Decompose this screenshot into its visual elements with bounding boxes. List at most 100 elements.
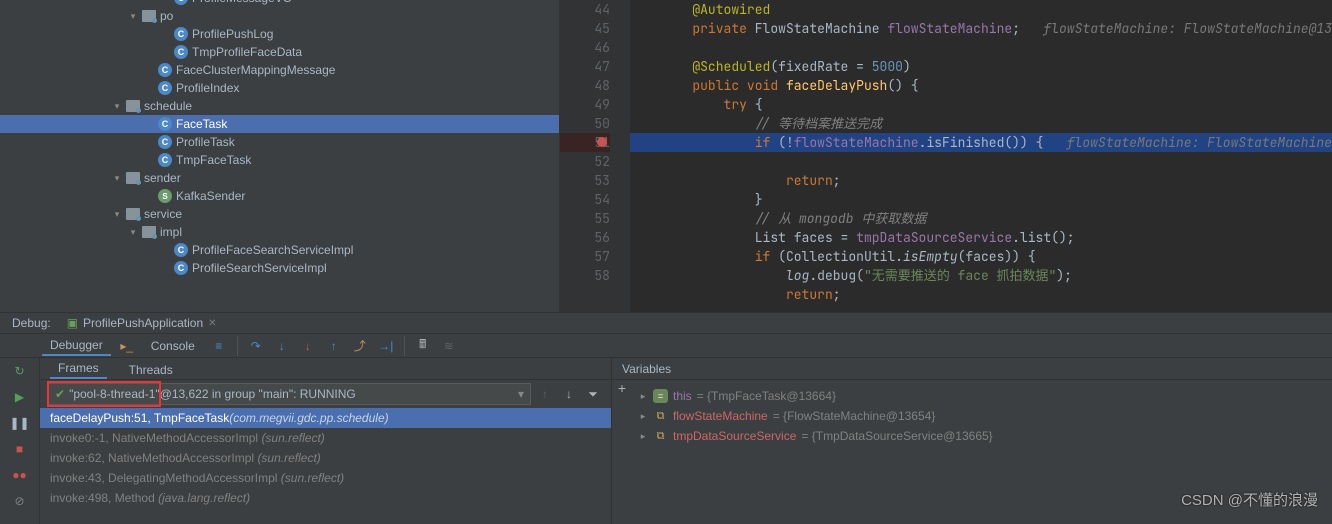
step-over-icon[interactable]: ↷ <box>246 336 266 356</box>
class-icon: C <box>158 81 172 95</box>
tree-item-label: TmpFaceTask <box>176 153 251 167</box>
variables-panel: Variables + ▸=this = {TmpFaceTask@13664}… <box>612 358 1332 524</box>
prev-frame-icon[interactable]: ↑ <box>535 384 555 404</box>
close-icon[interactable]: ✕ <box>208 318 216 329</box>
next-frame-icon[interactable]: ↓ <box>559 384 579 404</box>
tree-item-label: ProfileSearchServiceImpl <box>192 261 327 275</box>
console-icon[interactable]: ▸_ <box>117 336 137 356</box>
stop-icon[interactable]: ■ <box>11 440 29 458</box>
chevron-right-icon: ▸ <box>638 391 648 402</box>
class-icon: C <box>158 135 172 149</box>
tree-item[interactable]: CProfileTask <box>0 133 559 151</box>
link-icon: ⧉ <box>653 429 668 443</box>
app-icon: ▣ <box>67 316 78 330</box>
debug-toolbar: Debugger ▸_ Console ≡ ↷ ↓ ↓ ↑ ⤴ →| 🖩 ≋ <box>0 334 1332 358</box>
view-breakpoints-icon[interactable]: ●● <box>11 466 29 484</box>
tab-frames[interactable]: Frames <box>50 359 107 379</box>
variables-label: Variables <box>622 362 671 376</box>
tab-debugger[interactable]: Debugger <box>42 336 111 356</box>
tree-item-label: TmpProfileFaceData <box>192 45 302 59</box>
tree-item-label: KafkaSender <box>176 189 245 203</box>
variables-list[interactable]: ▸=this = {TmpFaceTask@13664}▸⧉flowStateM… <box>632 380 1332 446</box>
variable-name: tmpDataSourceService <box>673 429 796 443</box>
debug-label: Debug: <box>12 316 51 330</box>
breakpoint-icon[interactable] <box>597 137 607 147</box>
add-watch-icon[interactable]: + <box>612 380 632 446</box>
tree-item[interactable]: CTmpFaceTask <box>0 151 559 169</box>
trace-icon[interactable]: ≋ <box>439 336 459 356</box>
filter-icon[interactable]: ⏷ <box>583 384 603 404</box>
class-icon: C <box>174 243 188 257</box>
debug-toolwindow-bar: Debug: ▣ ProfilePushApplication ✕ <box>0 312 1332 334</box>
stack-frame[interactable]: faceDelayPush:51, TmpFaceTask (com.megvi… <box>40 408 611 428</box>
tree-item-label: FaceClusterMappingMessage <box>176 63 335 77</box>
tree-item-label: sender <box>144 171 181 185</box>
tree-item[interactable]: CProfileFaceSearchServiceImpl <box>0 241 559 259</box>
stack-frame[interactable]: invoke:62, NativeMethodAccessorImpl (sun… <box>40 448 611 468</box>
variable-row[interactable]: ▸=this = {TmpFaceTask@13664} <box>638 386 1332 406</box>
step-into-icon[interactable]: ↓ <box>272 336 292 356</box>
tree-item-label: po <box>160 9 173 23</box>
stack-frames-list[interactable]: faceDelayPush:51, TmpFaceTask (com.megvi… <box>40 408 611 524</box>
tree-item-label: impl <box>160 225 182 239</box>
package-icon <box>126 100 140 112</box>
debug-side-toolbar: ↻ ▶ ❚❚ ■ ●● ⊘ <box>0 358 40 524</box>
chevron-down-icon: ▾ <box>112 173 122 184</box>
variable-row[interactable]: ▸⧉flowStateMachine = {FlowStateMachine@1… <box>638 406 1332 426</box>
chevron-right-icon: ▸ <box>638 411 648 422</box>
frames-panel: Frames Threads ✔ "pool-8-thread-1" @13,6… <box>40 358 612 524</box>
tree-item[interactable]: ▾ po <box>0 7 559 25</box>
drop-frame-icon[interactable]: ⤴ <box>350 336 370 356</box>
tab-threads[interactable]: Threads <box>121 361 181 379</box>
tree-item[interactable]: CFaceClusterMappingMessage <box>0 61 559 79</box>
chevron-down-icon: ▾ <box>518 387 524 401</box>
tree-item[interactable]: ▾impl <box>0 223 559 241</box>
tree-item-label: ProfileMessageVO <box>192 0 292 5</box>
check-icon: ✔ <box>55 387 65 401</box>
tree-item[interactable]: SKafkaSender <box>0 187 559 205</box>
thread-selector[interactable]: ✔ "pool-8-thread-1" @13,622 in group "ma… <box>48 383 531 405</box>
tree-item[interactable]: CProfilePushLog <box>0 25 559 43</box>
tab-console[interactable]: Console <box>143 337 203 355</box>
tree-item[interactable]: C TmpProfileFaceData <box>0 43 559 61</box>
project-tree[interactable]: CProfileMessageVO▾poCProfilePushLogCTmpP… <box>0 0 560 312</box>
variable-row[interactable]: ▸⧉tmpDataSourceService = {TmpDataSourceS… <box>638 426 1332 446</box>
tree-item[interactable]: ▾schedule <box>0 97 559 115</box>
evaluate-icon[interactable]: 🖩 <box>413 336 433 356</box>
chevron-down-icon: ▾ <box>128 11 138 22</box>
tree-item[interactable]: C ProfileIndex <box>0 79 559 97</box>
tree-item[interactable]: CFaceTask <box>0 115 559 133</box>
class-icon: C <box>174 45 188 59</box>
code-editor[interactable]: 444546474849505152535455565758 @Autowire… <box>560 0 1332 312</box>
chevron-right-icon: ▸ <box>638 431 648 442</box>
value-icon: = <box>653 389 668 403</box>
pause-icon[interactable]: ❚❚ <box>11 414 29 432</box>
tree-item-label: service <box>144 207 182 221</box>
tree-item-label: ProfilePushLog <box>192 27 273 41</box>
tree-item[interactable]: C ProfileSearchServiceImpl <box>0 259 559 277</box>
tree-item[interactable]: ▾service <box>0 205 559 223</box>
stack-frame[interactable]: invoke:43, DelegatingMethodAccessorImpl … <box>40 468 611 488</box>
class-icon: C <box>174 0 188 5</box>
debug-config-tab[interactable]: ▣ ProfilePushApplication ✕ <box>61 314 223 332</box>
class-icon: C <box>174 261 188 275</box>
mute-breakpoints-icon[interactable]: ⊘ <box>11 492 29 510</box>
force-step-into-icon[interactable]: ↓ <box>298 336 318 356</box>
stack-frame[interactable]: invoke0:-1, NativeMethodAccessorImpl (su… <box>40 428 611 448</box>
tree-item-label: ProfileIndex <box>176 81 239 95</box>
stack-frame[interactable]: invoke:498, Method (java.lang.reflect) <box>40 488 611 508</box>
resume-icon[interactable]: ▶ <box>11 388 29 406</box>
tree-item[interactable]: C ProfileMessageVO <box>0 0 559 7</box>
tree-item-label: FaceTask <box>176 117 227 131</box>
step-out-icon[interactable]: ↑ <box>324 336 344 356</box>
variable-name: flowStateMachine <box>673 409 768 423</box>
rerun-icon[interactable]: ↻ <box>11 362 29 380</box>
variable-value: = {FlowStateMachine@13654} <box>773 409 936 423</box>
editor-code[interactable]: @Autowired private FlowStateMachine flow… <box>630 0 1332 312</box>
thread-rest: @13,622 in group "main": RUNNING <box>160 387 356 401</box>
run-to-cursor-icon[interactable]: →| <box>376 336 396 356</box>
threads-icon[interactable]: ≡ <box>209 336 229 356</box>
package-icon <box>142 10 156 22</box>
variable-name: this <box>673 389 692 403</box>
tree-item[interactable]: ▾ sender <box>0 169 559 187</box>
